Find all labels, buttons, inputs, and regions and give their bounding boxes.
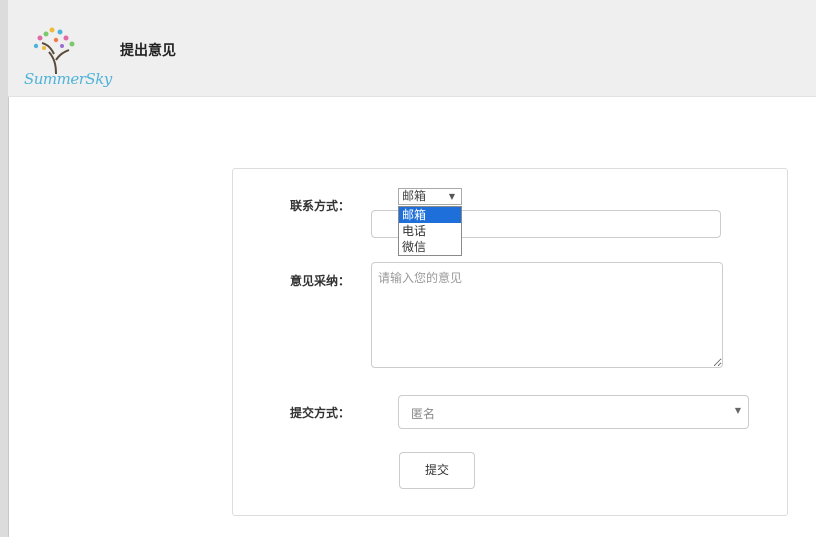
chevron-down-icon: ▼ [734, 406, 741, 415]
tree-logo-icon [33, 27, 75, 75]
contact-type-select[interactable]: 邮箱 ▼ [398, 188, 462, 205]
opinion-label: 意见采纳： [290, 274, 351, 288]
summer-sky-logo: SummerSky [16, 24, 112, 88]
submit-mode-label: 提交方式： [290, 406, 351, 420]
submit-button[interactable]: 提交 [399, 452, 475, 489]
logo-text: SummerSky [24, 70, 112, 88]
page-header: SummerSky 提出意见 [8, 0, 816, 97]
submit-mode-select-value: 匿名 [411, 407, 436, 421]
chevron-down-icon: ▼ [448, 192, 455, 201]
dropdown-option-wechat[interactable]: 微信 [399, 239, 461, 255]
dropdown-option-email[interactable]: 邮箱 [399, 207, 461, 223]
submit-mode-select[interactable]: 匿名 ▼ [398, 395, 749, 429]
dropdown-option-phone[interactable]: 电话 [399, 223, 461, 239]
page-title: 提出意见 [120, 43, 176, 59]
contact-type-select-value: 邮箱 [402, 189, 427, 203]
opinion-textarea[interactable] [371, 262, 723, 368]
contact-method-label: 联系方式： [290, 199, 351, 213]
contact-type-dropdown: 邮箱 电话 微信 [398, 206, 462, 256]
